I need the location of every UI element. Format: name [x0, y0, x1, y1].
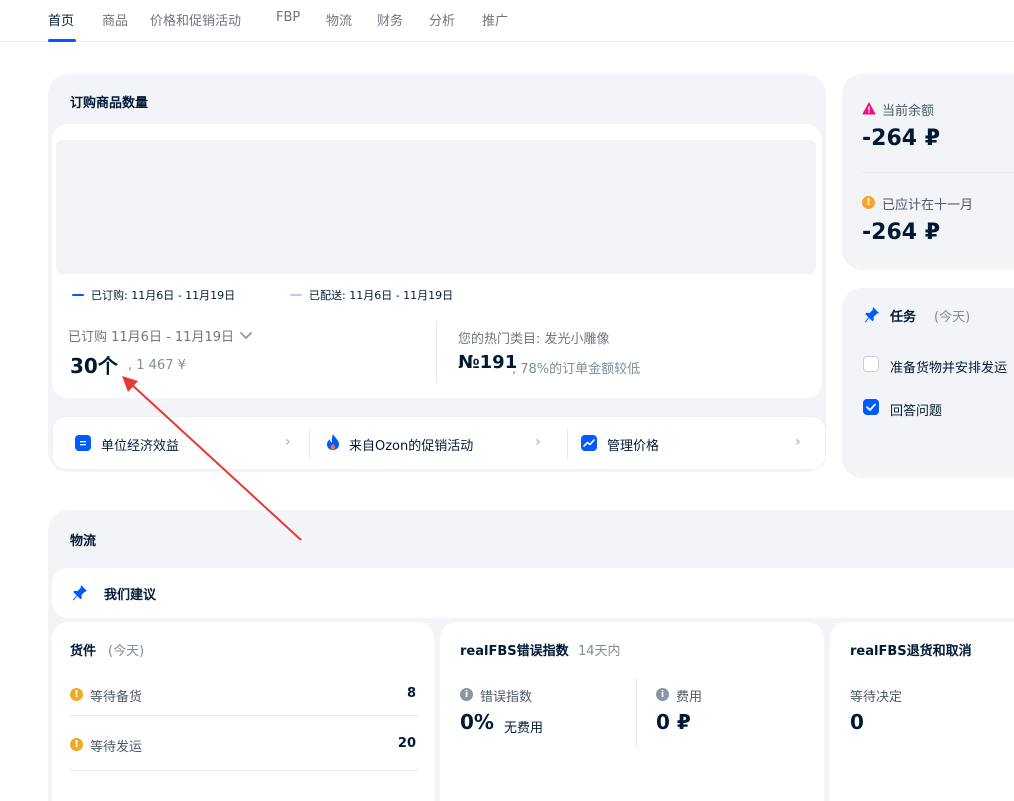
- accrued-label: 已应计在十一月: [882, 198, 974, 213]
- error-index-card: realFBS错误指数 14天内 i 错误指数 0% 无费用 i 费用 0 ₽: [440, 622, 824, 801]
- legend-shipped: 已配送: 11月6日 - 11月19日: [309, 289, 454, 302]
- orders-amount: , 1 467 ¥: [128, 358, 186, 373]
- tab-products[interactable]: 商品: [102, 10, 128, 29]
- recommendations-title: 我们建议: [104, 588, 157, 603]
- returns-title: realFBS退货和取消: [850, 644, 972, 659]
- shipment-divider: [70, 770, 418, 771]
- chevron-right-icon: ›: [795, 434, 801, 450]
- quick-link-unit-economics[interactable]: 单位经济效益 ›: [53, 417, 305, 471]
- top-category-label: 您的热门类目: 发光小雕像: [458, 332, 610, 347]
- quick-link-divider: [567, 429, 568, 459]
- quick-link-label: 单位经济效益: [101, 439, 180, 454]
- cost-label: 费用: [676, 690, 703, 705]
- orders-panel-title: 订购商品数量: [70, 96, 149, 111]
- tab-prices-promotions[interactable]: 价格和促销活动: [150, 10, 241, 29]
- task-label: 准备货物并安排发运: [890, 361, 1008, 376]
- quick-link-manage-prices[interactable]: 管理价格 ›: [571, 417, 823, 471]
- quick-link-divider: [309, 429, 310, 459]
- chevron-right-icon: ›: [535, 434, 541, 450]
- tasks-panel: 任务 (今天) 准备货物并安排发运 回答问题: [842, 288, 1014, 478]
- returns-card: realFBS退货和取消 等待决定 0: [830, 622, 1014, 801]
- active-tab-indicator: [48, 39, 76, 42]
- returns-pending-value: 0: [850, 710, 864, 734]
- orders-count: 30个: [70, 354, 118, 378]
- chevron-down-icon: [240, 331, 252, 339]
- returns-pending-label: 等待决定: [850, 690, 903, 705]
- shipments-subtitle: (今天): [108, 644, 145, 659]
- balance-panel: 当前余额 -264 ₽ ! 已应计在十一月 -264 ₽: [842, 74, 1014, 270]
- error-index-note: 无费用: [504, 721, 544, 736]
- task-checkbox-checked[interactable]: [863, 399, 879, 415]
- info-icon: i: [460, 688, 473, 701]
- cost-value: 0 ₽: [656, 710, 691, 734]
- category-rank: №191: [458, 352, 518, 373]
- quick-links-bar: 单位经济效益 › 来自Ozon的促销活动 › 管理价格 ›: [52, 416, 826, 470]
- shipments-title: 货件: [70, 644, 97, 659]
- tab-home[interactable]: 首页: [48, 10, 74, 29]
- tab-fbp[interactable]: FBP: [276, 10, 300, 25]
- document-icon: [75, 435, 91, 451]
- task-label: 回答问题: [890, 404, 943, 419]
- logistics-panel: 物流 我们建议 货件 (今天) ! 等待备货 8 ! 等待发运 20 realF…: [48, 510, 1014, 801]
- logistics-panel-title: 物流: [70, 534, 97, 549]
- fire-icon: [325, 433, 341, 455]
- error-index-label: 错误指数: [480, 690, 533, 705]
- legend-shipped-swatch: [290, 294, 302, 296]
- warning-icon: !: [70, 688, 83, 701]
- tasks-title: 任务: [890, 310, 917, 325]
- shipment-divider: [70, 715, 418, 716]
- tab-logistics[interactable]: 物流: [326, 10, 352, 29]
- error-index-value: 0%: [460, 710, 494, 734]
- orders-chart-area: [56, 140, 816, 274]
- warning-icon: !: [70, 738, 83, 751]
- tab-promotion[interactable]: 推广: [482, 10, 508, 29]
- shipment-row-value: 20: [397, 736, 416, 751]
- orders-stats-divider: [436, 322, 437, 382]
- shipment-row-value: 8: [406, 686, 416, 701]
- shipment-row-label: 等待发运: [90, 740, 143, 755]
- chevron-right-icon: ›: [285, 434, 291, 450]
- legend-ordered-swatch: [72, 294, 84, 296]
- shipment-row[interactable]: ! 等待备货 8: [52, 674, 434, 710]
- legend-ordered: 已订购: 11月6日 - 11月19日: [91, 289, 236, 302]
- info-icon: i: [656, 688, 669, 701]
- balance-divider: [862, 172, 1014, 173]
- tab-analytics[interactable]: 分析: [429, 10, 455, 29]
- period-label: 已订购 11月6日 - 11月19日: [68, 330, 234, 345]
- recommendations-bar[interactable]: 我们建议: [52, 568, 1014, 618]
- error-index-divider: [636, 678, 637, 748]
- orders-chart-card: 已订购: 11月6日 - 11月19日 已配送: 11月6日 - 11月19日 …: [52, 124, 822, 398]
- quick-link-label: 来自Ozon的促销活动: [349, 439, 474, 454]
- top-tab-bar: 首页 商品 价格和促销活动 FBP 物流 财务 分析 推广: [0, 0, 1014, 42]
- category-rank-note: , 78%的订单金额较低: [512, 362, 641, 377]
- current-balance-label: 当前余额: [882, 104, 935, 119]
- pin-icon: [864, 306, 880, 328]
- shipment-row[interactable]: ! 等待发运 20: [52, 724, 434, 760]
- orders-panel: 订购商品数量 已订购: 11月6日 - 11月19日 已配送: 11月6日 - …: [48, 74, 826, 472]
- error-index-title: realFBS错误指数: [460, 644, 569, 659]
- tab-finance[interactable]: 财务: [377, 10, 403, 29]
- accrued-value: -264 ₽: [862, 220, 941, 245]
- shipments-card: 货件 (今天) ! 等待备货 8 ! 等待发运 20: [52, 622, 434, 801]
- period-selector[interactable]: 已订购 11月6日 - 11月19日: [68, 326, 252, 345]
- quick-link-ozon-promotions[interactable]: 来自Ozon的促销活动 ›: [313, 417, 563, 471]
- current-balance-value: -264 ₽: [862, 126, 941, 151]
- quick-link-label: 管理价格: [607, 439, 660, 454]
- info-warning-icon: !: [862, 196, 875, 209]
- trend-icon: [581, 435, 597, 451]
- error-index-subtitle: 14天内: [578, 644, 621, 659]
- task-checkbox[interactable]: [863, 356, 879, 372]
- pin-icon: [72, 584, 88, 606]
- tasks-subtitle: (今天): [934, 310, 971, 325]
- warning-triangle-icon: [862, 100, 876, 119]
- shipment-row-label: 等待备货: [90, 690, 143, 705]
